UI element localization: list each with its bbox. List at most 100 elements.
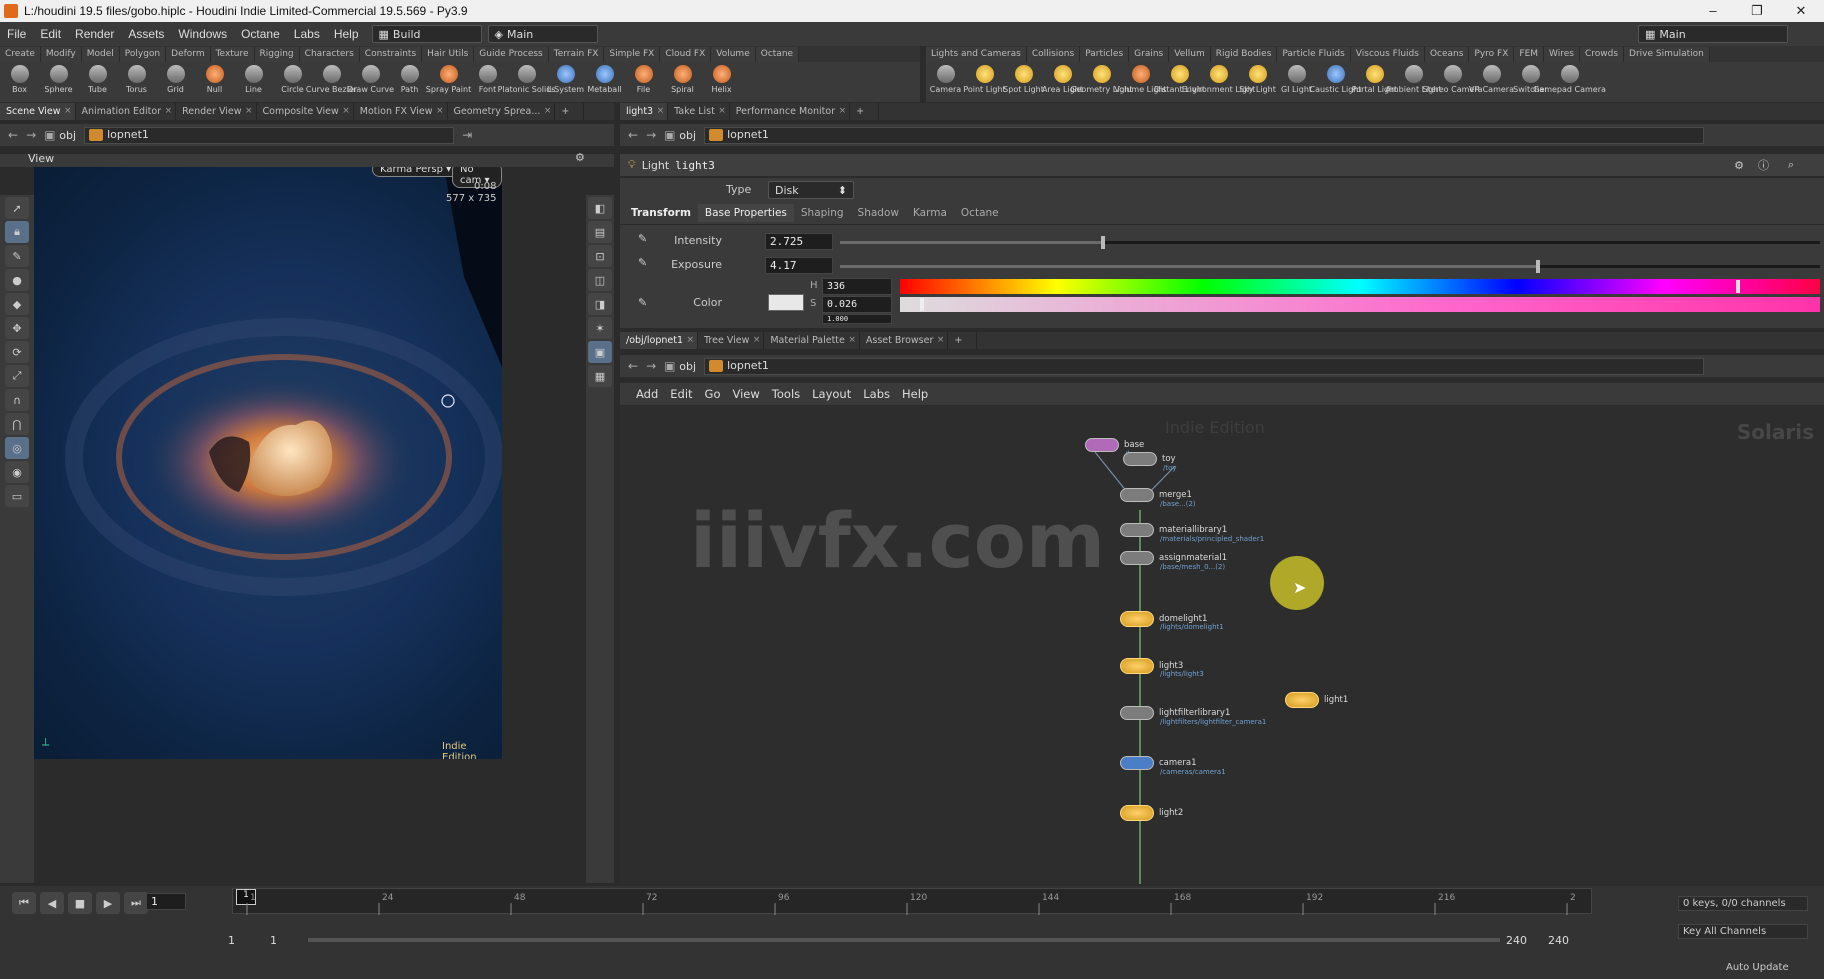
net-path-lopnet[interactable]: lopnet1 bbox=[704, 357, 1705, 375]
close-button[interactable]: ✕ bbox=[1778, 0, 1824, 22]
camera-tool-icon[interactable]: ▭ bbox=[5, 485, 29, 507]
context-selector[interactable]: ◈ Main bbox=[487, 25, 598, 43]
menu-help[interactable]: Help bbox=[327, 27, 366, 41]
right-shelf-tab-grains[interactable]: Grains bbox=[1129, 47, 1170, 62]
grid-icon[interactable]: ▦ bbox=[588, 365, 612, 387]
key-all-channels-button[interactable]: Key All Channels bbox=[1678, 924, 1808, 939]
parm-back-arrow-icon[interactable]: ← bbox=[628, 128, 638, 142]
close-tab-icon[interactable]: × bbox=[753, 332, 761, 349]
menu-octane[interactable]: Octane bbox=[234, 27, 287, 41]
right-tool-caustic-light[interactable]: Caustic Light bbox=[1310, 62, 1362, 100]
left-shelf-tab-terrain-fx[interactable]: Terrain FX bbox=[548, 47, 605, 62]
scene-tab-composite-view[interactable]: Composite View × bbox=[257, 103, 354, 120]
right-tool-switcher[interactable]: Switcher bbox=[1511, 62, 1550, 100]
magnet-tool-icon[interactable]: ∩ bbox=[5, 389, 29, 411]
left-tool-helix[interactable]: Helix bbox=[702, 62, 741, 100]
network-menu-add[interactable]: Add bbox=[630, 387, 664, 401]
stop-icon[interactable]: ■ bbox=[68, 892, 92, 914]
left-shelf-tab-octane[interactable]: Octane bbox=[755, 47, 800, 62]
left-tool-torus[interactable]: Torus bbox=[117, 62, 156, 100]
node-merge1[interactable]: merge1/base...(2) bbox=[1120, 488, 1196, 508]
right-tool-stereo-camera[interactable]: Stereo Camera bbox=[1423, 62, 1483, 100]
render-region-icon[interactable]: ▣ bbox=[588, 341, 612, 363]
handle-tool-icon[interactable]: ◎ bbox=[5, 437, 29, 459]
intensity-field[interactable]: 2.725 bbox=[765, 233, 833, 250]
light-toggle-icon[interactable]: ✶ bbox=[588, 317, 612, 339]
right-tool-portal-light[interactable]: Portal Light bbox=[1352, 62, 1397, 100]
close-tab-icon[interactable]: × bbox=[64, 103, 72, 120]
right-shelf-tab-oceans[interactable]: Oceans bbox=[1424, 47, 1470, 62]
network-menu-tools[interactable]: Tools bbox=[766, 387, 806, 401]
node-materiallibrary1[interactable]: materiallibrary1/materials/principled_sh… bbox=[1120, 523, 1264, 543]
close-tab-icon[interactable]: × bbox=[839, 103, 847, 120]
left-shelf-tab-simple-fx[interactable]: Simple FX bbox=[604, 47, 661, 62]
close-tab-icon[interactable]: × bbox=[686, 332, 694, 349]
right-desktop-selector[interactable]: ▦ Main bbox=[1638, 25, 1788, 43]
node-domelight1[interactable]: domelight1/lights/domelight1 bbox=[1120, 611, 1224, 631]
right-shelf-tab-vellum[interactable]: Vellum bbox=[1169, 47, 1211, 62]
current-frame-field[interactable]: 1 bbox=[146, 893, 186, 910]
network-menu-layout[interactable]: Layout bbox=[806, 387, 857, 401]
view-tool-icon[interactable]: ◉ bbox=[5, 461, 29, 483]
intensity-slider[interactable] bbox=[840, 236, 1820, 249]
left-tool-grid[interactable]: Grid bbox=[156, 62, 195, 100]
close-tab-icon[interactable]: × bbox=[165, 103, 173, 120]
scene-tab-geometry-sprea[interactable]: Geometry Sprea... × bbox=[448, 103, 556, 120]
node-light3[interactable]: light3/lights/light3 bbox=[1120, 658, 1204, 678]
shading-icon[interactable]: ◨ bbox=[588, 293, 612, 315]
menu-render[interactable]: Render bbox=[68, 27, 121, 41]
range-start[interactable]: 1 bbox=[228, 934, 235, 947]
parm-search-icon[interactable]: ⌕ bbox=[1788, 158, 1794, 172]
right-tool-geometry-light[interactable]: Geometry Light bbox=[1070, 62, 1133, 100]
scene-tab-render-view[interactable]: Render View × bbox=[176, 103, 257, 120]
menu-edit[interactable]: Edit bbox=[33, 27, 68, 41]
type-menu[interactable]: Disk ⬍ bbox=[768, 181, 854, 199]
scene-tab-motion-fx-view[interactable]: Motion FX View × bbox=[354, 103, 448, 120]
node-camera1[interactable]: camera1/cameras/camera1 bbox=[1120, 756, 1226, 776]
parm-subtab-shadow[interactable]: Shadow bbox=[851, 204, 906, 222]
menu-file[interactable]: File bbox=[0, 27, 33, 41]
close-tab-icon[interactable]: × bbox=[718, 103, 726, 120]
left-shelf-tab-characters[interactable]: Characters bbox=[299, 47, 360, 62]
left-tool-circle[interactable]: Circle bbox=[273, 62, 312, 100]
intensity-slider-knob[interactable] bbox=[1100, 236, 1105, 249]
right-shelf-tab-rigid-bodies[interactable]: Rigid Bodies bbox=[1210, 47, 1278, 62]
jump-end-icon[interactable]: ⏭ bbox=[124, 892, 148, 914]
close-tab-icon[interactable]: × bbox=[544, 103, 552, 120]
pin-icon[interactable]: ⇥ bbox=[462, 128, 472, 142]
network-menu-help[interactable]: Help bbox=[896, 387, 934, 401]
left-shelf-tab-rigging[interactable]: Rigging bbox=[254, 47, 300, 62]
value-field[interactable]: 1.000 bbox=[822, 314, 892, 324]
close-tab-icon[interactable]: × bbox=[342, 103, 350, 120]
right-shelf-tab-lights-and-cameras[interactable]: Lights and Cameras bbox=[926, 47, 1027, 62]
hue-field[interactable]: 336 bbox=[822, 278, 892, 295]
net-path-obj[interactable]: ▣ obj bbox=[664, 359, 696, 373]
right-tool-volume-light[interactable]: Volume Light bbox=[1114, 62, 1167, 100]
saturation-field[interactable]: 0.026 bbox=[822, 296, 892, 313]
right-shelf-tab-fem[interactable]: FEM bbox=[1514, 47, 1545, 62]
left-tool-path[interactable]: Path bbox=[390, 62, 429, 100]
right-tool-spot-light[interactable]: Spot Light bbox=[1003, 62, 1044, 100]
left-shelf-tab-model[interactable]: Model bbox=[81, 47, 120, 62]
range-end[interactable]: 240 bbox=[1506, 934, 1527, 947]
right-tool-vr-camera[interactable]: VR Camera bbox=[1469, 62, 1514, 100]
parm-path-obj[interactable]: ▣ obj bbox=[664, 128, 696, 142]
scale-tool-icon[interactable]: ⤢ bbox=[5, 365, 29, 387]
snapshot-icon[interactable]: ▤ bbox=[588, 221, 612, 243]
paint-tool-icon[interactable]: ● bbox=[5, 269, 29, 291]
net-back-arrow-icon[interactable]: ← bbox=[628, 359, 638, 373]
range-end2[interactable]: 240 bbox=[1548, 934, 1569, 947]
parm-path-lopnet[interactable]: lopnet1 bbox=[704, 126, 1705, 144]
left-tool-spray-paint[interactable]: Spray Paint bbox=[426, 62, 471, 100]
maximize-button[interactable]: ❐ bbox=[1734, 0, 1780, 22]
parm-forward-arrow-icon[interactable]: → bbox=[646, 128, 656, 142]
left-tool-curve-bezier[interactable]: Curve Bezier bbox=[306, 62, 357, 100]
node-light1[interactable]: light1 bbox=[1285, 692, 1348, 708]
path-obj[interactable]: ▣ obj bbox=[44, 128, 76, 142]
close-tab-icon[interactable]: × bbox=[436, 103, 444, 120]
light-handle-icon[interactable] bbox=[441, 394, 455, 408]
right-tool-point-light[interactable]: Point Light bbox=[963, 62, 1006, 100]
right-shelf-tab-viscous-fluids[interactable]: Viscous Fluids bbox=[1350, 47, 1425, 62]
parm-tab-take-list[interactable]: Take List × bbox=[668, 103, 730, 120]
hue-gradient-slider[interactable] bbox=[900, 279, 1820, 294]
